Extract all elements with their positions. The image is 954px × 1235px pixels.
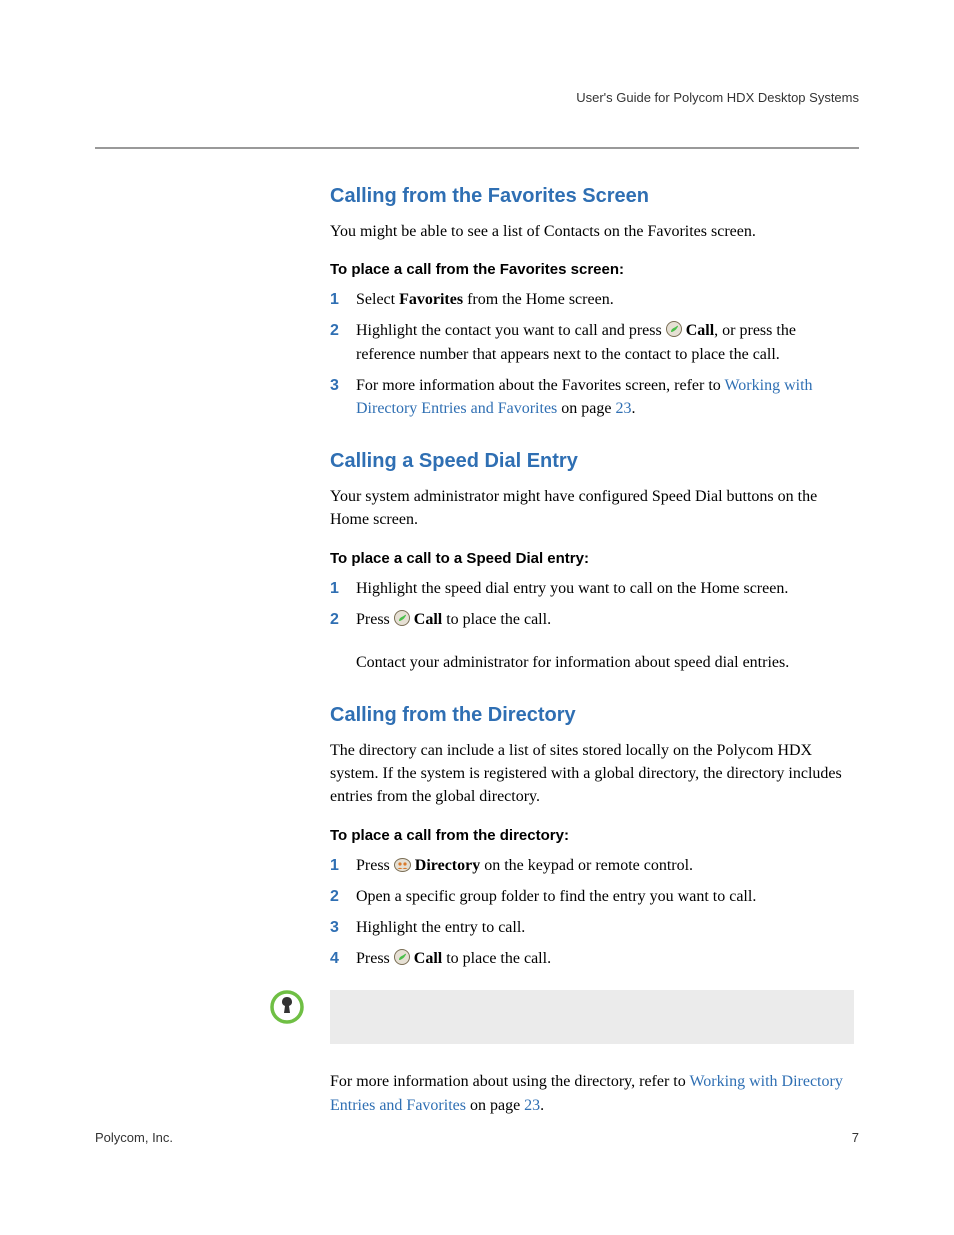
step-item: 1 Highlight the speed dial entry you wan… [330, 577, 854, 600]
section-intro: You might be able to see a list of Conta… [330, 220, 854, 243]
page-ref-link[interactable]: 23 [524, 1097, 540, 1114]
step-number: 1 [330, 577, 356, 600]
note-body [330, 990, 854, 1044]
step-text: Press Call to place the call. [356, 608, 854, 631]
step-number: 2 [330, 319, 356, 365]
step-text: Open a specific group folder to find the… [356, 885, 854, 908]
step-number: 4 [330, 947, 356, 970]
directory-icon [394, 856, 411, 870]
call-icon [394, 949, 410, 965]
footer-page-number: 7 [852, 1130, 859, 1145]
step-item: 1 Press Directory on the keypad or remot… [330, 854, 854, 877]
step-item: 4 Press Call to place the call. [330, 947, 854, 970]
step-number: 3 [330, 916, 356, 939]
step-text: Press Call to place the call. [356, 947, 854, 970]
step-text: For more information about the Favorites… [356, 374, 854, 420]
call-icon [394, 610, 410, 626]
page: User's Guide for Polycom HDX Desktop Sys… [0, 0, 954, 1235]
section-subhead: To place a call from the directory: [330, 827, 854, 844]
step-text: Highlight the contact you want to call a… [356, 319, 854, 365]
note-pin-icon [270, 990, 304, 1024]
step-item: 2 Open a specific group folder to find t… [330, 885, 854, 908]
step-number: 2 [330, 608, 356, 631]
steps-list: 1 Highlight the speed dial entry you wan… [330, 577, 854, 631]
section-heading-directory: Calling from the Directory [330, 704, 854, 727]
step-text: Highlight the speed dial entry you want … [356, 577, 854, 600]
step-number: 1 [330, 854, 356, 877]
section-heading-favorites: Calling from the Favorites Screen [330, 185, 854, 208]
closing-paragraph: For more information about using the dir… [330, 1070, 854, 1116]
step-text: Select Favorites from the Home screen. [356, 288, 854, 311]
page-footer: Polycom, Inc. 7 [95, 1130, 859, 1145]
step-number: 2 [330, 885, 356, 908]
step-number: 3 [330, 374, 356, 420]
call-icon [666, 321, 682, 337]
section-intro: The directory can include a list of site… [330, 739, 854, 809]
section-subhead: To place a call from the Favorites scree… [330, 261, 854, 278]
step-item: 3 Highlight the entry to call. [330, 916, 854, 939]
step-text: Highlight the entry to call. [356, 916, 854, 939]
step-text: Press Directory on the keypad or remote … [356, 854, 854, 877]
step-item: 2 Press Call to place the call. [330, 608, 854, 631]
running-header: User's Guide for Polycom HDX Desktop Sys… [95, 90, 859, 111]
step-number: 1 [330, 288, 356, 311]
header-rule [95, 147, 859, 149]
step-item: 3 For more information about the Favorit… [330, 374, 854, 420]
note-block [330, 990, 854, 1044]
section-subhead: To place a call to a Speed Dial entry: [330, 550, 854, 567]
step-item: 1 Select Favorites from the Home screen. [330, 288, 854, 311]
section-intro: Your system administrator might have con… [330, 485, 854, 531]
page-ref-link[interactable]: 23 [615, 400, 631, 417]
step-item: 2 Highlight the contact you want to call… [330, 319, 854, 365]
steps-list: 1 Press Directory on the keypad or remot… [330, 854, 854, 971]
main-content: Calling from the Favorites Screen You mi… [330, 185, 854, 1117]
section-heading-speeddial: Calling a Speed Dial Entry [330, 450, 854, 473]
steps-list: 1 Select Favorites from the Home screen.… [330, 288, 854, 420]
footer-company: Polycom, Inc. [95, 1130, 173, 1145]
step-extra-text: Contact your administrator for informati… [356, 651, 854, 674]
